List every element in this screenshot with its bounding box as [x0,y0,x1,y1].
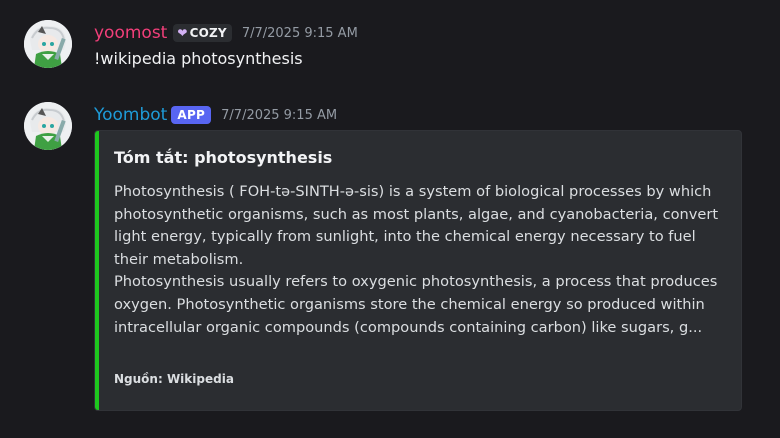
username[interactable]: Yoombot [94,104,167,126]
embed-footer: Nguồn: Wikipedia [114,372,234,386]
message-content: !wikipedia photosynthesis [94,49,303,68]
chat-top-edge [0,0,780,6]
username[interactable]: yoomost [94,22,167,44]
embed-paragraph: Photosynthesis ( FOH-tə-SINTH-ə-sis) is … [114,183,719,268]
timestamp: 7/7/2025 9:15 AM [241,25,358,41]
role-tag[interactable]: ❤ COZY [173,24,232,42]
avatar[interactable] [24,20,72,68]
role-tag-label: COZY [189,26,227,40]
embed-paragraph: Photosynthesis usually refers to oxygeni… [114,273,718,336]
message-header: yoomost ❤ COZY 7/7/2025 9:15 AM [94,20,358,46]
timestamp: 7/7/2025 9:15 AM [221,107,338,123]
heart-icon: ❤ [177,26,188,40]
embed-accent-bar [95,131,99,410]
app-tag: APP [171,106,212,124]
embed-description: Photosynthesis ( FOH-tə-SINTH-ə-sis) is … [114,181,724,339]
wikipedia-embed: Tóm tắt: photosynthesis Photosynthesis (… [94,130,742,411]
embed-title: Tóm tắt: photosynthesis [114,148,333,167]
message-header: Yoombot APP 7/7/2025 9:15 AM [94,102,337,128]
avatar[interactable] [24,102,72,150]
